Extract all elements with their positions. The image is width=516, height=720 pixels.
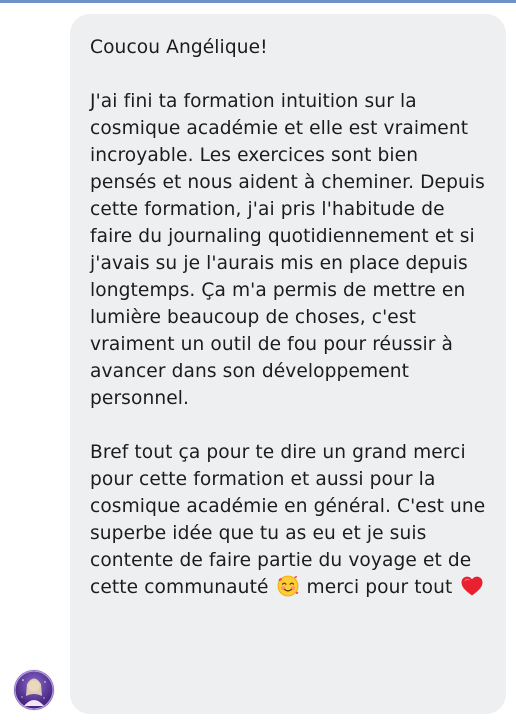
smiling-face-with-hearts-icon bbox=[277, 575, 299, 605]
red-heart-icon bbox=[460, 575, 484, 605]
message-greeting: Coucou Angélique! bbox=[90, 37, 268, 58]
message-bubble: Coucou Angélique! J'ai fini ta formation… bbox=[70, 14, 506, 714]
message-paragraph-2: Bref tout ça pour te dire un grand merci… bbox=[90, 439, 488, 605]
message-closing-text: merci pour tout bbox=[306, 577, 453, 598]
sender-avatar[interactable] bbox=[14, 670, 54, 710]
message-paragraph-1: J'ai fini ta formation intuition sur la … bbox=[90, 91, 485, 409]
